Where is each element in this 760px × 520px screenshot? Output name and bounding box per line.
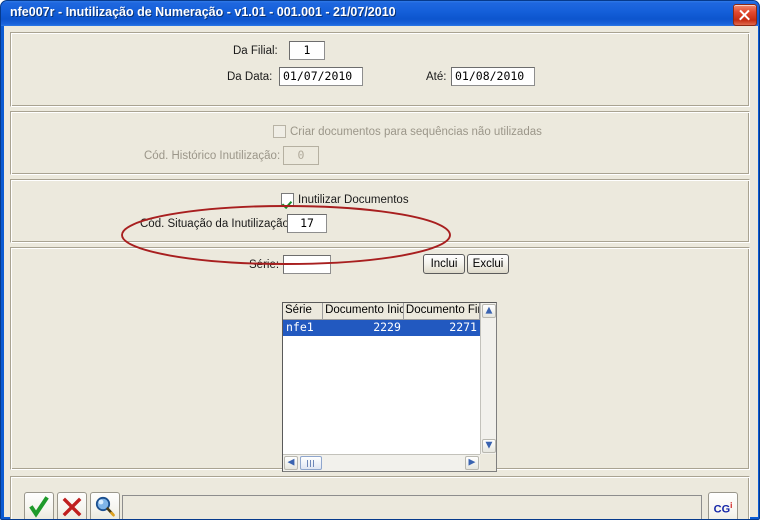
cgi-logo-sup: i [730,501,733,510]
magnifier-icon [95,496,115,517]
window-title: nfe007r - Inutilização de Numeração - v1… [10,5,396,19]
inutilizar-documentos-label: Inutilizar Documentos [298,194,409,206]
situacao-panel: Inutilizar Documentos Cód. Situação da I… [10,179,750,243]
cgi-logo-main: CG [713,503,731,516]
cgi-logo-button[interactable]: CGi [708,492,738,519]
client-area: Da Filial: 1 Da Data: 01/07/2010 Até: 01… [4,26,758,519]
horizontal-scrollbar-thumb[interactable] [300,456,322,470]
check-icon [29,496,49,518]
inclui-button[interactable]: Inclui [423,254,465,274]
criar-documentos-label: Criar documentos para sequências não uti… [290,126,542,138]
cell-serie: nfe1 [286,320,314,334]
cod-situacao-input[interactable]: 17 [287,214,327,233]
scroll-up-icon[interactable]: ▲ [482,304,496,318]
cell-documento-inicial: 2229 [373,320,401,334]
scroll-up-glyph: ▲ [485,305,493,316]
scroll-left-glyph: ◀ [287,457,295,468]
data-final-input[interactable]: 01/08/2010 [451,67,535,86]
data-final-label: Até: [426,71,447,83]
scroll-left-icon[interactable]: ◀ [284,456,298,470]
cod-historico-input: 0 [283,146,319,165]
grid-header-documento-final: Documento Final [404,303,480,319]
cancel-button[interactable] [57,492,87,519]
data-inicial-input[interactable]: 01/07/2010 [279,67,363,86]
table-row[interactable]: nfe1 2229 2271 [283,320,480,336]
cod-situacao-label: Cód. Situação da Inutilização: [140,218,293,230]
documentos-grid[interactable]: Série Documento Inicial Documento Final … [282,302,497,472]
exclui-button[interactable]: Exclui [467,254,509,274]
grid-header-row: Série Documento Inicial Documento Final [283,303,480,320]
scrollbar-corner [480,454,496,471]
grid-header-documento-inicial: Documento Inicial [323,303,404,319]
cod-historico-label: Cód. Histórico Inutilização: [144,150,281,162]
application-window: nfe007r - Inutilização de Numeração - v1… [0,0,760,520]
scroll-down-glyph: ▼ [485,440,493,451]
cgi-logo-label: CGi [709,501,737,516]
criar-documentos-checkbox[interactable] [273,125,286,138]
serie-input[interactable] [283,255,331,274]
scroll-right-glyph: ▶ [468,457,476,468]
grid-header-serie: Série [283,303,324,319]
search-button[interactable] [90,492,120,519]
historico-panel: Criar documentos para sequências não uti… [10,111,750,175]
confirm-button[interactable] [24,492,54,519]
inutilizar-documentos-checkbox-row[interactable]: Inutilizar Documentos [281,190,409,208]
scroll-right-icon[interactable]: ▶ [465,456,479,470]
status-message-field[interactable] [122,495,702,519]
grid-content: Série Documento Inicial Documento Final … [283,303,480,454]
serie-label: Série: [249,259,280,271]
scroll-down-icon[interactable]: ▼ [482,439,496,453]
filial-input[interactable]: 1 [289,41,325,60]
cross-icon [62,497,82,517]
grid-horizontal-scrollbar[interactable]: ◀ ▶ [283,454,480,471]
close-icon[interactable] [733,4,757,26]
filter-panel: Da Filial: 1 Da Data: 01/07/2010 Até: 01… [10,32,750,107]
inutilizar-documentos-checkbox[interactable] [281,193,294,206]
title-bar: nfe007r - Inutilização de Numeração - v1… [1,1,759,26]
cell-documento-final: 2271 [449,320,477,334]
data-inicial-label: Da Data: [227,71,273,83]
grid-vertical-scrollbar[interactable]: ▲ ▼ [480,303,496,454]
criar-documentos-checkbox-row[interactable]: Criar documentos para sequências não uti… [273,122,542,140]
filial-label: Da Filial: [233,45,278,57]
